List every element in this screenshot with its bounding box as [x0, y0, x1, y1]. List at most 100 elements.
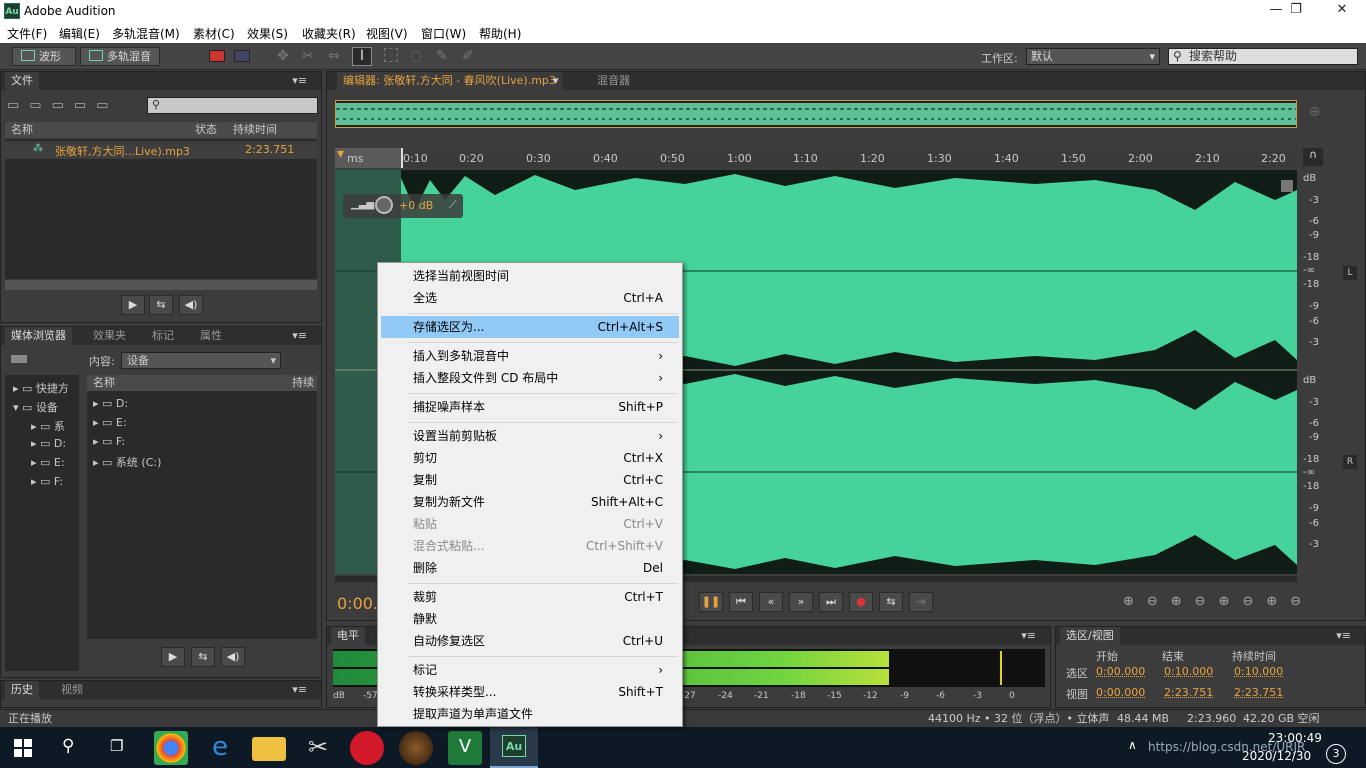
playhead-marker-icon[interactable]: ▾ [337, 146, 344, 162]
spot-healing-tool-icon[interactable]: ✐ [462, 48, 474, 64]
menu-item-set-clipboard[interactable]: 设置当前剪贴板 › [381, 425, 679, 447]
autoplay-icon[interactable]: ◀) [179, 295, 203, 315]
list-item[interactable]: ▸ ▭ E: [93, 416, 127, 429]
panel-menu-icon[interactable]: ▾≡ [1336, 627, 1351, 645]
windows-start-icon[interactable] [14, 739, 32, 757]
lasso-tool-icon[interactable]: ◌ [410, 48, 422, 64]
tab-selection-view[interactable]: 选区/视图 [1060, 627, 1120, 645]
menu-clip[interactable]: 素材(C) [193, 25, 235, 42]
pin-icon[interactable]: ⟋ [449, 198, 457, 212]
menu-item-capture-noise[interactable]: 捕捉噪声样本 Shift+P [381, 396, 679, 418]
menu-item-silence[interactable]: 静默 [381, 608, 679, 630]
tab-files[interactable]: 文件 [5, 72, 39, 90]
file-row[interactable]: ⁂ 张敬轩,方大同...Live).mp3 2:23.751 [5, 141, 317, 159]
col-name[interactable]: 名称 [93, 375, 115, 391]
task-view-icon[interactable]: ❐ [110, 737, 123, 755]
panel-menu-icon[interactable]: ▾≡ [292, 72, 307, 90]
audition-taskbar-button[interactable]: Au [490, 727, 538, 768]
move-tool-icon[interactable]: ✥ [277, 48, 289, 64]
menu-item-select-view-time[interactable]: 选择当前视图时间 [381, 265, 679, 287]
tree-item-devices[interactable]: ▾ ▭ 设备 [13, 399, 58, 415]
channel-toggle-icon[interactable] [1281, 180, 1293, 192]
snap-icon[interactable]: ∩ [1303, 148, 1323, 166]
menu-window[interactable]: 窗口(W) [421, 25, 466, 42]
menu-item-convert-sample-type[interactable]: 转换采样类型... Shift+T [381, 681, 679, 703]
tree-item-sys[interactable]: ▸ ▭ 系 [31, 418, 65, 434]
panel-menu-icon[interactable]: ▾≡ [292, 327, 307, 345]
list-item[interactable]: ▸ ▭ 系统 (C:) [93, 454, 161, 470]
list-item[interactable]: ▸ ▭ D: [93, 397, 128, 410]
autoplay-icon[interactable]: ◀) [221, 647, 245, 667]
selection-start[interactable]: 0:00.000 [1096, 665, 1145, 678]
content-select[interactable]: 设备 ▾ [121, 352, 281, 369]
col-name[interactable]: 名称 [11, 122, 33, 138]
tree-item-e[interactable]: ▸ ▭ E: [31, 456, 65, 469]
tab-levels[interactable]: 电平 [331, 627, 365, 645]
list-item[interactable]: ▸ ▭ F: [93, 435, 125, 448]
spectral-pitch-icon[interactable] [234, 50, 250, 62]
menu-item-cut[interactable]: 剪切 Ctrl+X [381, 447, 679, 469]
selection-duration[interactable]: 0:10.000 [1234, 665, 1283, 678]
notification-icon[interactable]: 3 [1326, 744, 1346, 764]
record-icon[interactable]: ● [849, 592, 873, 612]
edge-icon[interactable]: e [203, 731, 237, 765]
maximize-button[interactable]: ❐ [1281, 2, 1311, 20]
zoom-icon[interactable]: ⊕ [1309, 104, 1321, 120]
menu-edit[interactable]: 编辑(E) [59, 25, 100, 42]
menu-item-save-selection-as[interactable]: 存储选区为... Ctrl+Alt+S [381, 316, 679, 338]
menu-item-insert-multitrack[interactable]: 插入到多轨混音中 › [381, 345, 679, 367]
menu-multitrack[interactable]: 多轨混音(M) [112, 25, 180, 42]
menu-item-markers[interactable]: 标记 › [381, 659, 679, 681]
menu-item-copy[interactable]: 复制 Ctrl+C [381, 469, 679, 491]
pause-icon[interactable]: ❚❚ [699, 592, 723, 612]
file-search-input[interactable]: ⚲ [147, 97, 318, 114]
search-icon[interactable]: ⚲ [62, 736, 74, 756]
panel-menu-icon[interactable]: ▾≡ [292, 681, 307, 699]
menu-item-paste[interactable]: 粘贴 Ctrl+V [381, 513, 679, 535]
skip-start-icon[interactable]: ⏮ [729, 592, 753, 612]
loop-icon[interactable]: ⇆ [149, 295, 173, 315]
close-button[interactable]: ✕ [1327, 2, 1357, 20]
channel-left-button[interactable]: L [1343, 266, 1357, 280]
selection-end[interactable]: 0:10.000 [1164, 665, 1213, 678]
col-duration[interactable]: 持续时间 [233, 122, 277, 138]
loop-icon[interactable]: ⇆ [191, 647, 215, 667]
menu-item-insert-cd-layout[interactable]: 插入整段文件到 CD 布局中 › [381, 367, 679, 389]
file-actions-icons[interactable]: ▭▭▭▭▭ [7, 98, 147, 113]
menu-item-delete[interactable]: 删除 Del [381, 557, 679, 579]
hud-volume[interactable]: ▁▃▅ +0 dB ⟋ [343, 194, 463, 218]
slip-tool-icon[interactable]: ⇔ [328, 48, 340, 64]
tab-effects-rack[interactable]: 效果夹 [87, 327, 132, 345]
tab-properties[interactable]: 属性 [194, 327, 228, 345]
menu-item-copy-new-file[interactable]: 复制为新文件 Shift+Alt+C [381, 491, 679, 513]
chrome-icon[interactable] [154, 731, 188, 765]
menu-item-select-all[interactable]: 全选 Ctrl+A [381, 287, 679, 309]
rewind-icon[interactable]: « [759, 592, 783, 612]
menu-favorites[interactable]: 收藏夹(R) [302, 25, 356, 42]
menu-view[interactable]: 视图(V) [366, 25, 408, 42]
menu-file[interactable]: 文件(F) [7, 25, 47, 42]
fast-forward-icon[interactable]: » [789, 592, 813, 612]
tree-item-f[interactable]: ▸ ▭ F: [31, 475, 63, 488]
play-icon[interactable]: ▶ [121, 295, 145, 315]
tab-mixer[interactable]: 混音器 [591, 72, 636, 90]
play-icon[interactable]: ▶ [161, 647, 185, 667]
panel-menu-icon[interactable]: ▾≡ [1021, 627, 1036, 645]
menu-item-mix-paste[interactable]: 混合式粘贴... Ctrl+Shift+V [381, 535, 679, 557]
waveform-view-button[interactable]: 波形 [12, 47, 76, 66]
tree-item-d[interactable]: ▸ ▭ D: [31, 437, 66, 450]
view-end[interactable]: 2:23.751 [1164, 686, 1213, 699]
chevron-down-icon[interactable]: ▾ [553, 72, 559, 90]
workspace-select[interactable]: 默认 ▾ [1026, 48, 1160, 65]
zoom-controls-icons[interactable]: ⊕⊖⊕⊖⊕⊖⊕⊖ [1123, 594, 1314, 609]
loop-icon[interactable]: ⇆ [879, 592, 903, 612]
files-scrollbar[interactable] [5, 280, 317, 290]
view-duration[interactable]: 2:23.751 [1234, 686, 1283, 699]
tab-video[interactable]: 视频 [55, 681, 89, 699]
channel-right-button[interactable]: R [1343, 455, 1357, 469]
tab-history[interactable]: 历史 [5, 681, 39, 699]
col-status[interactable]: 状态 [195, 122, 217, 138]
menu-effects[interactable]: 效果(S) [247, 25, 288, 42]
tools-icon[interactable]: ✂ [301, 731, 335, 765]
col-duration[interactable]: 持续 [292, 375, 314, 391]
